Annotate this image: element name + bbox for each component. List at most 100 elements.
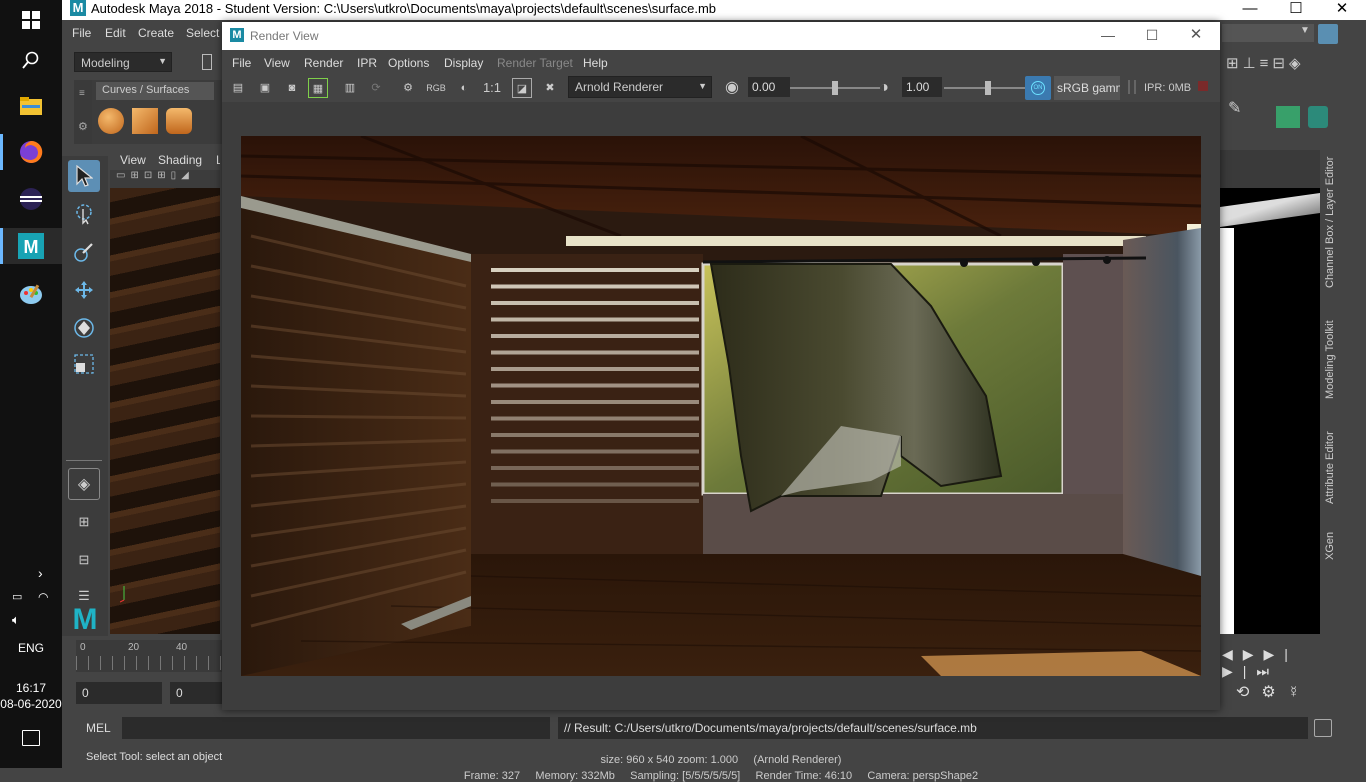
tab-xgen[interactable]: XGen xyxy=(1324,528,1346,564)
new-scene-icon[interactable] xyxy=(202,54,212,70)
nurbs-cylinder-icon[interactable] xyxy=(166,108,192,134)
rv-menu-view[interactable]: View xyxy=(264,56,290,70)
maya-maximize-button[interactable]: ☐ xyxy=(1273,0,1319,20)
exposure-field[interactable]: 0.00 xyxy=(748,77,790,97)
render-view-minimize-button[interactable]: — xyxy=(1088,24,1128,48)
render-view-titlebar[interactable]: M Render View — ☐ ✕ xyxy=(222,22,1220,50)
shelf-menu-icon[interactable]: ≡ xyxy=(79,88,85,99)
render-settings-icon[interactable]: ⚙ xyxy=(398,78,418,98)
right-viewport[interactable] xyxy=(1220,150,1320,634)
single-view-layout-icon[interactable]: ◈ xyxy=(68,468,100,500)
script-editor-icon[interactable] xyxy=(1314,719,1332,737)
rgb-channel-button[interactable]: RGB xyxy=(426,78,446,98)
rv-menu-options[interactable]: Options xyxy=(388,56,429,70)
scene-viewport[interactable]: View Shading L ▭⊞⊡⊞▯◢ xyxy=(110,150,220,634)
workspace-dropdown[interactable]: Modeling ▼ xyxy=(74,52,172,72)
menu-create[interactable]: Create xyxy=(138,26,174,40)
exposure-slider-handle[interactable] xyxy=(832,81,838,95)
search-icon[interactable] xyxy=(15,44,47,76)
maya-minimize-button[interactable]: — xyxy=(1227,0,1273,20)
shelf-tab-curves-surfaces[interactable]: Curves / Surfaces xyxy=(96,82,214,100)
real-size-button[interactable]: 1:1 xyxy=(482,78,502,98)
rv-menu-file[interactable]: File xyxy=(232,56,251,70)
shelf-settings-icon[interactable]: ⚙ xyxy=(78,120,88,133)
keep-image-icon[interactable]: ◪ xyxy=(512,78,532,98)
windows-start-icon[interactable] xyxy=(15,4,47,36)
two-view-layout-icon[interactable]: ⊟ xyxy=(68,544,100,576)
refresh-ipr-icon[interactable]: ⟳ xyxy=(366,78,386,98)
snapshot-icon[interactable]: ◙ xyxy=(282,78,302,98)
viewport-menu-lighting[interactable]: L xyxy=(216,153,220,167)
exposure-slider[interactable] xyxy=(790,81,880,95)
render-view-maximize-button[interactable]: ☐ xyxy=(1132,24,1172,48)
viewport-menu-view[interactable]: View xyxy=(120,153,146,167)
time-slider[interactable]: 0 20 40 xyxy=(76,640,226,672)
rv-menu-display[interactable]: Display xyxy=(444,56,483,70)
language-indicator[interactable]: ENG xyxy=(0,641,62,655)
scale-tool-icon[interactable] xyxy=(68,348,100,380)
paint-icon[interactable] xyxy=(15,278,47,310)
viewport-menu-shading[interactable]: Shading xyxy=(158,153,202,167)
lasso-tool-icon[interactable] xyxy=(68,198,100,230)
remove-image-icon[interactable]: ✖ xyxy=(540,78,560,98)
command-input[interactable] xyxy=(122,717,550,739)
eclipse-icon[interactable] xyxy=(15,183,47,215)
brush-icon[interactable]: ✎ xyxy=(1228,98,1248,120)
paint-select-tool-icon[interactable] xyxy=(68,236,100,268)
menu-select[interactable]: Select xyxy=(186,26,219,40)
rotate-tool-icon[interactable] xyxy=(68,312,100,344)
network-icon[interactable]: ◠ xyxy=(38,590,48,604)
render-sequence-icon[interactable]: ▦ xyxy=(308,78,328,98)
back-wall-slat xyxy=(491,301,699,305)
four-view-layout-icon[interactable]: ⊞ xyxy=(68,506,100,538)
alpha-channel-icon[interactable]: ◐ xyxy=(454,78,474,98)
clock[interactable]: 16:17 08-06-2020 xyxy=(0,680,62,712)
maya-icon[interactable]: M xyxy=(15,230,47,262)
uv-toolkit-icon[interactable] xyxy=(1276,106,1300,128)
render-region-icon[interactable]: ▣ xyxy=(255,78,275,98)
playback-start-field[interactable]: 0 xyxy=(170,682,226,704)
command-language-label[interactable]: MEL xyxy=(62,714,120,742)
pause-ipr-icon[interactable] xyxy=(1128,80,1136,94)
battery-icon[interactable]: ▭ xyxy=(12,590,22,603)
rv-menu-render-target[interactable]: Render Target xyxy=(497,56,573,70)
move-tool-icon[interactable] xyxy=(68,274,100,306)
tab-attribute-editor[interactable]: Attribute Editor xyxy=(1324,420,1346,515)
playback-controls[interactable]: ◀▶▶|▶|⏭ xyxy=(1222,646,1322,679)
time-tick-20: 20 xyxy=(128,642,140,653)
select-tool-icon[interactable] xyxy=(68,160,100,192)
renderer-dropdown[interactable]: Arnold Renderer ▼ xyxy=(568,76,712,98)
tab-modeling-toolkit[interactable]: Modeling Toolkit xyxy=(1324,310,1346,410)
rv-menu-ipr[interactable]: IPR xyxy=(357,56,377,70)
volume-icon[interactable]: 🔈︎ xyxy=(12,612,20,628)
render-view-close-button[interactable]: ✕ xyxy=(1176,24,1216,48)
nurbs-cube-icon[interactable] xyxy=(132,108,158,134)
maya-close-button[interactable]: ✕ xyxy=(1319,0,1365,20)
nurbs-sphere-icon[interactable] xyxy=(98,108,124,134)
range-start-field[interactable]: 0 xyxy=(76,682,162,704)
gamma-slider-handle[interactable] xyxy=(985,81,991,95)
rv-menu-help[interactable]: Help xyxy=(583,56,608,70)
material-icon[interactable] xyxy=(1308,106,1328,128)
stop-ipr-icon[interactable] xyxy=(1198,81,1208,91)
view-transform-dropdown[interactable]: sRGB gamm xyxy=(1054,76,1120,100)
gamma-slider[interactable] xyxy=(944,81,1032,95)
ipr-render-icon[interactable]: ▥ xyxy=(340,78,360,98)
tab-channel-box[interactable]: Channel Box / Layer Editor xyxy=(1324,150,1346,295)
viewport-toolbar[interactable]: ▭⊞⊡⊞▯◢ xyxy=(110,170,220,188)
action-center-icon[interactable] xyxy=(22,730,40,746)
redo-previous-render-icon[interactable]: ▤ xyxy=(228,78,248,98)
color-management-toggle[interactable]: ON xyxy=(1025,76,1051,100)
menu-edit[interactable]: Edit xyxy=(105,26,126,40)
menu-file[interactable]: File xyxy=(72,26,91,40)
gamma-field[interactable]: 1.00 xyxy=(902,77,942,97)
render-view-canvas[interactable]: size: 960 x 540 zoom: 1.000 (Arnold Rend… xyxy=(222,102,1220,782)
file-explorer-icon[interactable] xyxy=(15,90,47,122)
lock-icon[interactable] xyxy=(1318,24,1338,44)
playback-options[interactable]: ⟲⚙☿ xyxy=(1236,682,1336,706)
firefox-icon[interactable] xyxy=(15,136,47,168)
show-hidden-icons-icon[interactable]: › xyxy=(38,565,43,581)
snap-tools[interactable]: ⊞⊥≡⊟◈ xyxy=(1226,54,1356,74)
back-wall-slat xyxy=(491,383,699,388)
rv-menu-render[interactable]: Render xyxy=(304,56,343,70)
